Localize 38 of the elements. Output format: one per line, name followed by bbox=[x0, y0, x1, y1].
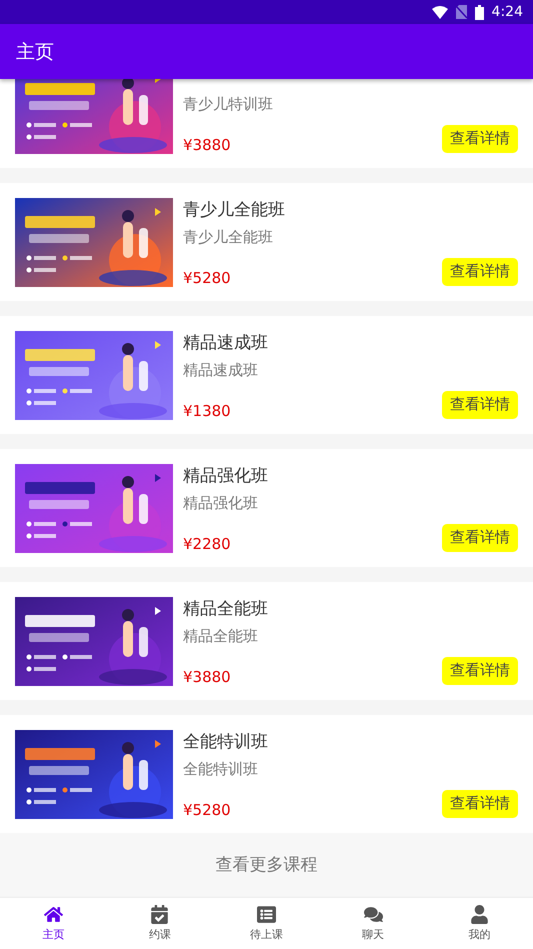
course-subtitle: 全能特训班 bbox=[183, 760, 259, 778]
battery-icon bbox=[474, 4, 484, 20]
list-icon bbox=[256, 905, 276, 924]
course-subtitle: 青少儿特训班 bbox=[183, 94, 274, 112]
course-price: ¥5280 bbox=[183, 800, 231, 818]
course-price: ¥3880 bbox=[183, 136, 231, 154]
home-icon bbox=[44, 905, 63, 924]
course-title: 精品强化班 bbox=[183, 466, 269, 486]
course-subtitle: 精品全能班 bbox=[183, 626, 259, 644]
chat-icon bbox=[364, 905, 383, 924]
clock: 4:24 bbox=[492, 4, 523, 20]
course-title: 精品速成班 bbox=[183, 332, 269, 352]
course-subtitle: 精品速成班 bbox=[183, 360, 259, 378]
course-price: ¥1380 bbox=[183, 402, 231, 420]
wifi-icon bbox=[432, 6, 448, 18]
course-price: ¥5280 bbox=[183, 268, 231, 286]
nav-tab[interactable]: 聊天 bbox=[320, 898, 426, 949]
details-button[interactable]: 查看详情 bbox=[442, 790, 518, 818]
no-sim-icon bbox=[456, 5, 467, 19]
nav-tab[interactable]: 我的 bbox=[426, 898, 533, 949]
course-title: 精品全能班 bbox=[183, 598, 269, 618]
user-icon bbox=[470, 905, 490, 924]
course-title: 青少儿全能班 bbox=[183, 200, 286, 220]
details-button[interactable]: 查看详情 bbox=[442, 656, 518, 684]
course-price: ¥3880 bbox=[183, 668, 231, 686]
course-price: ¥2280 bbox=[183, 534, 231, 552]
details-button[interactable]: 查看详情 bbox=[442, 258, 518, 286]
page-title: 主页 bbox=[16, 40, 54, 64]
course-subtitle: 精品强化班 bbox=[183, 494, 259, 512]
details-button[interactable]: 查看详情 bbox=[442, 524, 518, 552]
nav-tab[interactable]: 待上课 bbox=[213, 898, 320, 949]
course-subtitle: 青少儿全能班 bbox=[183, 228, 274, 246]
calendar-icon bbox=[150, 905, 170, 924]
details-button[interactable]: 查看详情 bbox=[442, 390, 518, 418]
details-button[interactable]: 查看详情 bbox=[442, 124, 518, 152]
nav-tab[interactable]: 主页 bbox=[0, 898, 107, 949]
course-title: 全能特训班 bbox=[183, 732, 269, 752]
nav-tab[interactable]: 约课 bbox=[106, 898, 214, 949]
